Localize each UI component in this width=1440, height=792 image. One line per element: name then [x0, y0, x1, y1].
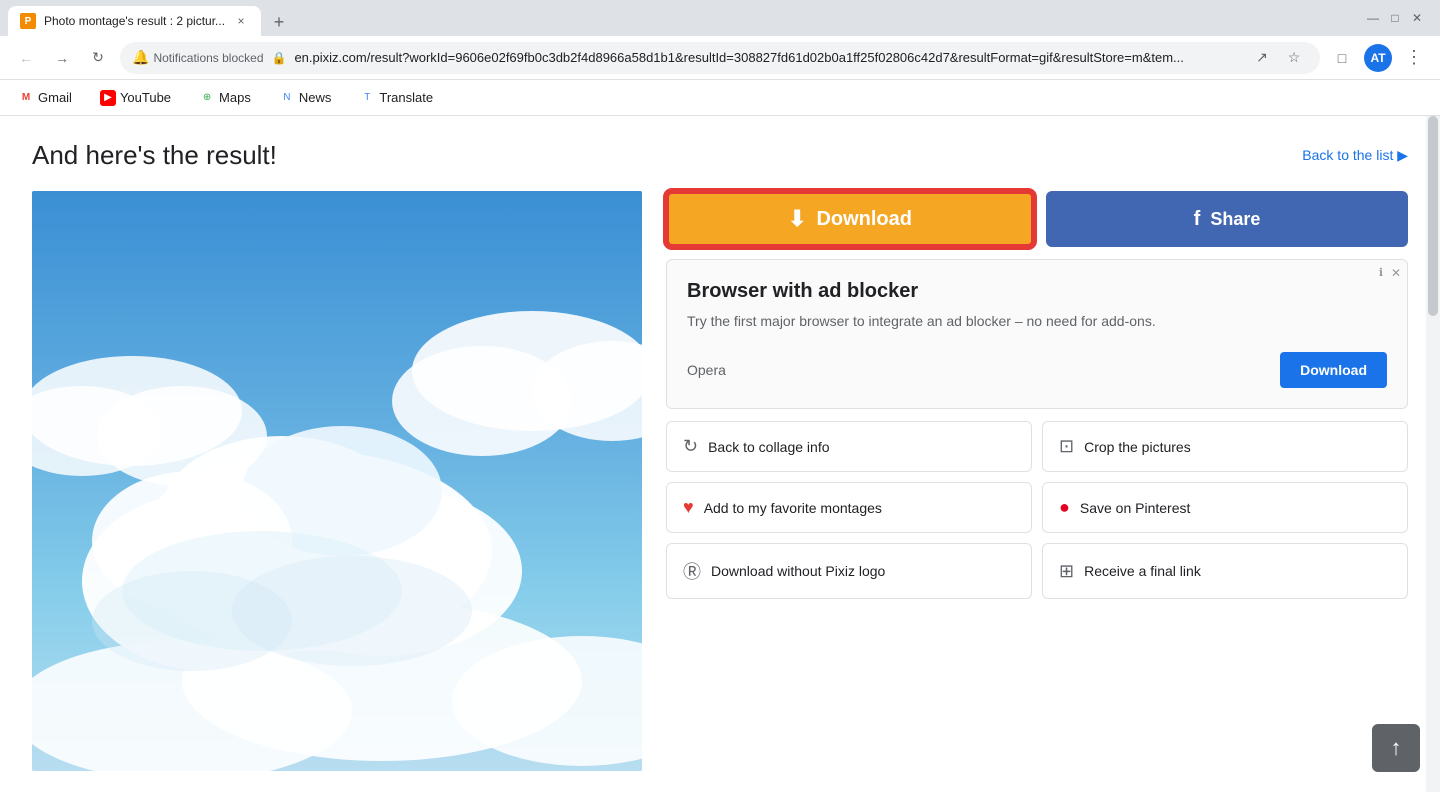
back-to-collage-button[interactable]: ↻ Back to collage info [666, 421, 1032, 472]
back-to-collage-label: Back to collage info [708, 439, 829, 455]
actions-grid: ↻ Back to collage info ⊡ Crop the pictur… [666, 421, 1408, 599]
tab-favicon: P [20, 13, 36, 29]
scrollbar-track [1426, 116, 1440, 792]
new-tab-button[interactable]: + [265, 8, 293, 36]
back-button[interactable]: ← [12, 44, 40, 72]
ad-info-icon: ℹ [1379, 266, 1383, 279]
gmail-label: Gmail [38, 90, 72, 105]
receive-link-button[interactable]: ⊞ Receive a final link [1042, 543, 1408, 599]
crop-pictures-button[interactable]: ⊡ Crop the pictures [1042, 421, 1408, 472]
cloud-svg [32, 191, 642, 771]
back-to-list-link[interactable]: Back to the list ▶ [1302, 147, 1408, 164]
ad-footer: Opera Download [687, 352, 1387, 388]
crop-pictures-label: Crop the pictures [1084, 439, 1191, 455]
action-panel: ⬇ Download f Share ℹ ✕ Browser with ad b… [666, 191, 1408, 771]
extensions-button[interactable]: □ [1328, 44, 1356, 72]
download-no-logo-button[interactable]: Ⓡ Download without Pixiz logo [666, 543, 1032, 599]
translate-icon: T [359, 90, 375, 106]
address-bar: ← → ↻ 🔔 Notifications blocked 🔒 en.pixiz… [0, 36, 1440, 80]
close-window-button[interactable]: ✕ [1410, 11, 1424, 25]
tab-close-button[interactable]: × [233, 13, 249, 29]
url-text: en.pixiz.com/result?workId=9606e02f69fb0… [294, 50, 1240, 65]
page-header: And here's the result! Back to the list … [32, 140, 1408, 171]
share-label: Share [1210, 209, 1260, 230]
url-bar[interactable]: 🔔 Notifications blocked 🔒 en.pixiz.com/r… [120, 42, 1320, 74]
facebook-icon: f [1194, 208, 1201, 231]
result-layout: ⬇ Download f Share ℹ ✕ Browser with ad b… [32, 191, 1408, 771]
maps-icon: ⊕ [199, 90, 215, 106]
crop-icon: ⊡ [1059, 436, 1074, 457]
notifications-blocked: 🔔 Notifications blocked [132, 49, 264, 66]
link-icon: ⊞ [1059, 561, 1074, 582]
bell-icon: 🔔 [132, 49, 149, 66]
result-image [32, 191, 642, 771]
ad-description: Try the first major browser to integrate… [687, 311, 1387, 332]
download-button[interactable]: ⬇ Download [666, 191, 1034, 247]
download-no-logo-label: Download without Pixiz logo [711, 563, 885, 579]
url-actions: ↗ ☆ [1248, 44, 1308, 72]
bookmark-maps[interactable]: ⊕ Maps [193, 86, 257, 110]
favorite-montages-button[interactable]: ♥ Add to my favorite montages [666, 482, 1032, 533]
share-button[interactable]: f Share [1046, 191, 1408, 247]
youtube-icon: ▶ [100, 90, 116, 106]
news-label: News [299, 90, 332, 105]
forward-button[interactable]: → [48, 44, 76, 72]
bookmark-youtube[interactable]: ▶ YouTube [94, 86, 177, 110]
favorite-montages-label: Add to my favorite montages [704, 500, 882, 516]
bookmark-translate[interactable]: T Translate [353, 86, 439, 110]
notifications-blocked-label: Notifications blocked [153, 51, 263, 65]
ad-title: Browser with ad blocker [687, 280, 1387, 303]
tab-title: Photo montage's result : 2 pictur... [44, 14, 225, 28]
heart-icon: ♥ [683, 497, 694, 518]
ad-close-button[interactable]: ✕ [1391, 266, 1401, 280]
receive-link-label: Receive a final link [1084, 563, 1201, 579]
ad-box: ℹ ✕ Browser with ad blocker Try the firs… [666, 259, 1408, 409]
news-icon: N [279, 90, 295, 106]
lock-icon: 🔒 [272, 51, 287, 65]
save-pinterest-button[interactable]: ● Save on Pinterest [1042, 482, 1408, 533]
bookmark-gmail[interactable]: M Gmail [12, 86, 78, 110]
scrollbar-thumb[interactable] [1428, 116, 1438, 316]
ad-label: ℹ [1379, 266, 1383, 279]
menu-button[interactable]: ⋮ [1400, 44, 1428, 72]
reload-button[interactable]: ↻ [84, 44, 112, 72]
scroll-to-top-button[interactable]: ↑ [1372, 724, 1420, 772]
avatar[interactable]: AT [1364, 44, 1392, 72]
browser-content: And here's the result! Back to the list … [0, 116, 1440, 792]
maximize-button[interactable]: □ [1388, 11, 1402, 25]
bookmark-news[interactable]: N News [273, 86, 338, 110]
gmail-icon: M [18, 90, 34, 106]
window-controls: — □ ✕ [1366, 11, 1432, 25]
ad-brand: Opera [687, 362, 726, 378]
refresh-icon: ↻ [683, 436, 698, 457]
download-label: Download [816, 208, 912, 231]
bookmarks-bar: M Gmail ▶ YouTube ⊕ Maps N News T Transl… [0, 80, 1440, 116]
share-url-button[interactable]: ↗ [1248, 44, 1276, 72]
page-content: And here's the result! Back to the list … [0, 116, 1440, 792]
maps-label: Maps [219, 90, 251, 105]
active-tab[interactable]: P Photo montage's result : 2 pictur... × [8, 6, 261, 36]
download-icon: ⬇ [788, 206, 806, 232]
bookmark-button[interactable]: ☆ [1280, 44, 1308, 72]
minimize-button[interactable]: — [1366, 11, 1380, 25]
page-title: And here's the result! [32, 140, 277, 171]
ad-cta-button[interactable]: Download [1280, 352, 1387, 388]
registered-icon: Ⓡ [683, 558, 701, 584]
primary-buttons-row: ⬇ Download f Share [666, 191, 1408, 247]
pinterest-icon: ● [1059, 497, 1070, 518]
youtube-label: YouTube [120, 90, 171, 105]
save-pinterest-label: Save on Pinterest [1080, 500, 1191, 516]
translate-label: Translate [379, 90, 433, 105]
